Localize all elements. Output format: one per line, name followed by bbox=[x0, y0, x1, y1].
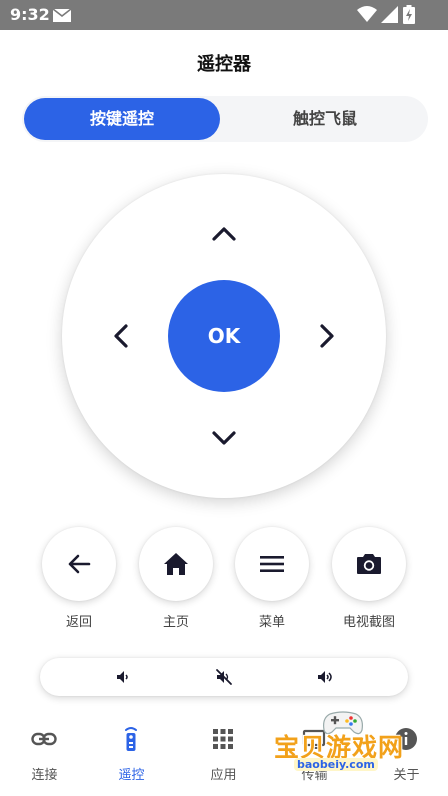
link-icon bbox=[31, 726, 57, 752]
nav-item-apps[interactable]: 应用 bbox=[179, 712, 268, 796]
menu-button[interactable] bbox=[235, 527, 309, 601]
watermark-url: baobeiy.com bbox=[294, 758, 378, 771]
nav-label-remote: 遥控 bbox=[118, 768, 145, 783]
volume-down-icon bbox=[117, 671, 128, 683]
tab-touch-mouse[interactable]: 触控飞鼠 bbox=[222, 96, 428, 142]
chevron-up-icon bbox=[212, 227, 236, 241]
dpad-right-button[interactable] bbox=[312, 322, 340, 350]
dpad-left-button[interactable] bbox=[108, 322, 136, 350]
screenshot-label: 电视截图 bbox=[342, 615, 395, 630]
volume-bar bbox=[40, 658, 408, 696]
grid-icon bbox=[210, 726, 236, 752]
nav-label-apps: 应用 bbox=[210, 768, 237, 783]
status-bar: 9:32 bbox=[0, 0, 448, 30]
volume-up-icon bbox=[318, 671, 332, 683]
page-title: 遥控器 bbox=[197, 54, 251, 75]
nav-label-connect: 连接 bbox=[31, 768, 58, 783]
back-label: 返回 bbox=[65, 615, 92, 630]
back-arrow-icon bbox=[68, 554, 91, 574]
wifi-icon bbox=[357, 6, 377, 22]
home-label: 主页 bbox=[162, 615, 189, 630]
home-button[interactable] bbox=[139, 527, 213, 601]
ok-button[interactable]: OK bbox=[168, 280, 280, 392]
dpad: OK bbox=[62, 174, 386, 498]
remote-icon bbox=[118, 726, 144, 752]
nav-item-remote[interactable]: 遥控 bbox=[87, 712, 176, 796]
back-button[interactable] bbox=[42, 527, 116, 601]
watermark: 宝贝游戏网 baobeiy.com bbox=[272, 706, 420, 788]
battery-charging-icon bbox=[403, 5, 415, 24]
mail-icon bbox=[53, 9, 71, 22]
mute-icon bbox=[216, 669, 232, 685]
chevron-right-icon bbox=[320, 324, 334, 348]
chevron-left-icon bbox=[114, 324, 128, 348]
screenshot-button[interactable] bbox=[332, 527, 406, 601]
tab-key-remote[interactable]: 按键遥控 bbox=[24, 98, 220, 140]
home-icon bbox=[164, 553, 188, 575]
volume-down-button[interactable] bbox=[114, 668, 132, 686]
signal-icon bbox=[381, 6, 398, 23]
dpad-down-button[interactable] bbox=[210, 424, 238, 452]
mute-button[interactable] bbox=[215, 668, 233, 686]
nav-item-connect[interactable]: 连接 bbox=[0, 712, 89, 796]
chevron-down-icon bbox=[212, 431, 236, 445]
camera-icon bbox=[357, 554, 381, 574]
mode-toggle: 按键遥控 触控飞鼠 bbox=[22, 96, 428, 142]
menu-label: 菜单 bbox=[258, 615, 285, 630]
volume-up-button[interactable] bbox=[316, 668, 334, 686]
status-time: 9:32 bbox=[10, 5, 50, 24]
dpad-up-button[interactable] bbox=[210, 220, 238, 248]
menu-icon bbox=[260, 556, 284, 572]
